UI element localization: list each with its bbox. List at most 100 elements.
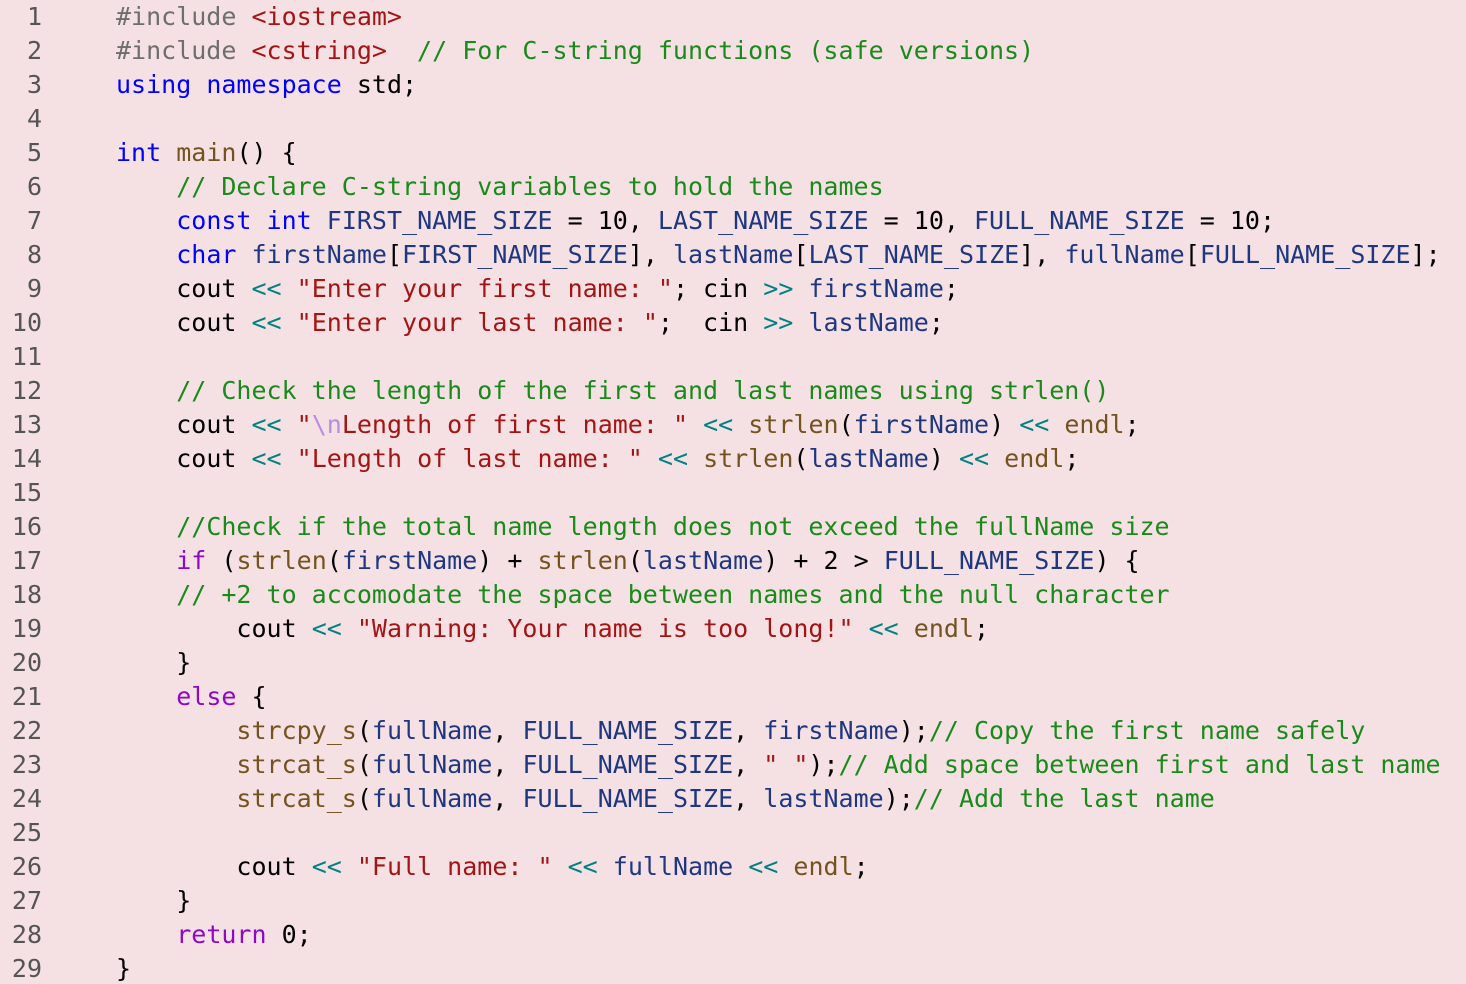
- code-line[interactable]: 28 return 0;: [0, 918, 1466, 952]
- code-text[interactable]: using namespace std;: [116, 68, 417, 102]
- token-var: fullName: [371, 716, 493, 745]
- token-plain: ; cin: [672, 274, 764, 303]
- code-line[interactable]: 7 const int FIRST_NAME_SIZE = 10, LAST_N…: [0, 204, 1466, 238]
- code-text[interactable]: strcat_s(fullName, FULL_NAME_SIZE, lastN…: [116, 782, 1214, 816]
- line-number: 6: [26, 172, 42, 201]
- code-text[interactable]: }: [116, 884, 191, 918]
- code-text[interactable]: // Check the length of the first and las…: [116, 374, 1109, 408]
- token-var: lastName: [808, 308, 929, 337]
- code-line[interactable]: 19 cout << "Warning: Your name is too lo…: [0, 612, 1466, 646]
- token-macro: FULL_NAME_SIZE: [522, 716, 734, 745]
- code-line[interactable]: 5 int main() {: [0, 136, 1466, 170]
- code-line[interactable]: 4: [0, 102, 1466, 136]
- code-text[interactable]: }: [116, 646, 191, 680]
- code-text[interactable]: char firstName[FIRST_NAME_SIZE], lastNam…: [116, 238, 1440, 272]
- token-var: fullName: [371, 750, 493, 779]
- code-line[interactable]: 8 char firstName[FIRST_NAME_SIZE], lastN…: [0, 238, 1466, 272]
- token-plain: ;: [928, 308, 944, 337]
- code-line[interactable]: 10 cout << "Enter your last name: "; cin…: [0, 306, 1466, 340]
- code-text[interactable]: int main() {: [116, 136, 297, 170]
- token-string: ": [296, 410, 312, 439]
- token-op: <<: [251, 444, 282, 473]
- line-number: 13: [11, 410, 42, 439]
- code-line[interactable]: 14 cout << "Length of last name: " << st…: [0, 442, 1466, 476]
- token-plain: cout: [176, 444, 252, 473]
- code-text[interactable]: #include <cstring> // For C-string funct…: [116, 34, 1034, 68]
- line-number: 7: [26, 206, 42, 235]
- code-line[interactable]: 23 strcat_s(fullName, FULL_NAME_SIZE, " …: [0, 748, 1466, 782]
- code-line[interactable]: 17 if (strlen(firstName) + strlen(lastNa…: [0, 544, 1466, 578]
- code-line[interactable]: 24 strcat_s(fullName, FULL_NAME_SIZE, la…: [0, 782, 1466, 816]
- token-op: <<: [251, 274, 282, 303]
- code-line[interactable]: 16 //Check if the total name length does…: [0, 510, 1466, 544]
- token-escape: \n: [311, 410, 342, 439]
- token-func: main: [176, 138, 237, 167]
- code-line[interactable]: 20 }: [0, 646, 1466, 680]
- line-number: 18: [11, 580, 42, 609]
- token-plain: cout: [176, 308, 252, 337]
- code-text[interactable]: cout << "Full name: " << fullName << end…: [116, 850, 868, 884]
- token-macro: FIRST_NAME_SIZE: [326, 206, 553, 235]
- token-comment: // For C-string functions (safe versions…: [417, 36, 1035, 65]
- code-line[interactable]: 15: [0, 476, 1466, 510]
- code-line[interactable]: 2 #include <cstring> // For C-string func…: [0, 34, 1466, 68]
- code-text[interactable]: const int FIRST_NAME_SIZE = 10, LAST_NAM…: [116, 204, 1275, 238]
- code-line[interactable]: 3 using namespace std;: [0, 68, 1466, 102]
- code-text[interactable]: strcat_s(fullName, FULL_NAME_SIZE, " ");…: [116, 748, 1441, 782]
- token-var: fullName: [612, 852, 734, 881]
- token-plain: std;: [341, 70, 418, 99]
- token-comment: // Declare C-string variables to hold th…: [176, 172, 884, 201]
- code-line[interactable]: 29}: [0, 952, 1466, 984]
- token-func: strlen: [537, 546, 628, 575]
- code-text[interactable]: cout << "Warning: Your name is too long!…: [116, 612, 989, 646]
- line-number: 15: [11, 478, 42, 507]
- code-line[interactable]: 18 // +2 to accomodate the space between…: [0, 578, 1466, 612]
- code-line[interactable]: 26 cout << "Full name: " << fullName << …: [0, 850, 1466, 884]
- code-text[interactable]: else {: [116, 680, 266, 714]
- code-line[interactable]: 6 // Declare C-string variables to hold …: [0, 170, 1466, 204]
- code-line[interactable]: 22 strcpy_s(fullName, FULL_NAME_SIZE, fi…: [0, 714, 1466, 748]
- token-keyword: int: [116, 138, 162, 167]
- code-line[interactable]: 12 // Check the length of the first and …: [0, 374, 1466, 408]
- token-var: firstName: [853, 410, 990, 439]
- code-text[interactable]: cout << "\nLength of first name: " << st…: [116, 408, 1139, 442]
- code-text[interactable]: #include <iostream>: [116, 0, 402, 34]
- token-plain: }: [176, 648, 192, 677]
- code-text[interactable]: return 0;: [116, 918, 311, 952]
- code-line[interactable]: 27 }: [0, 884, 1466, 918]
- code-text[interactable]: cout << "Enter your first name: "; cin >…: [116, 272, 959, 306]
- token-var: lastName: [672, 240, 794, 269]
- code-text[interactable]: strcpy_s(fullName, FULL_NAME_SIZE, first…: [116, 714, 1365, 748]
- code-line[interactable]: 21 else {: [0, 680, 1466, 714]
- code-text[interactable]: }: [116, 952, 131, 984]
- code-text[interactable]: cout << "Enter your last name: "; cin >>…: [116, 306, 944, 340]
- token-op: <<: [657, 444, 689, 473]
- code-text[interactable]: if (strlen(firstName) + strlen(lastName)…: [116, 544, 1139, 578]
- line-number: 2: [26, 36, 42, 65]
- code-line[interactable]: 9 cout << "Enter your first name: "; cin…: [0, 272, 1466, 306]
- code-text[interactable]: cout << "Length of last name: " << strle…: [116, 442, 1079, 476]
- code-text[interactable]: // +2 to accomodate the space between na…: [116, 578, 1169, 612]
- code-line[interactable]: 11: [0, 340, 1466, 374]
- token-plain: (: [627, 546, 643, 575]
- token-comment: // Add space between first and last name: [838, 750, 1441, 779]
- code-text[interactable]: //Check if the total name length does no…: [116, 510, 1169, 544]
- code-line[interactable]: 25: [0, 816, 1466, 850]
- code-text[interactable]: // Declare C-string variables to hold th…: [116, 170, 884, 204]
- code-editor[interactable]: 1 #include <iostream> 2 #include <cstring> …: [0, 0, 1466, 984]
- code-line[interactable]: 13 cout << "\nLength of first name: " <<…: [0, 408, 1466, 442]
- line-number: 21: [11, 682, 42, 711]
- code-line[interactable]: 1 #include <iostream>: [0, 0, 1466, 34]
